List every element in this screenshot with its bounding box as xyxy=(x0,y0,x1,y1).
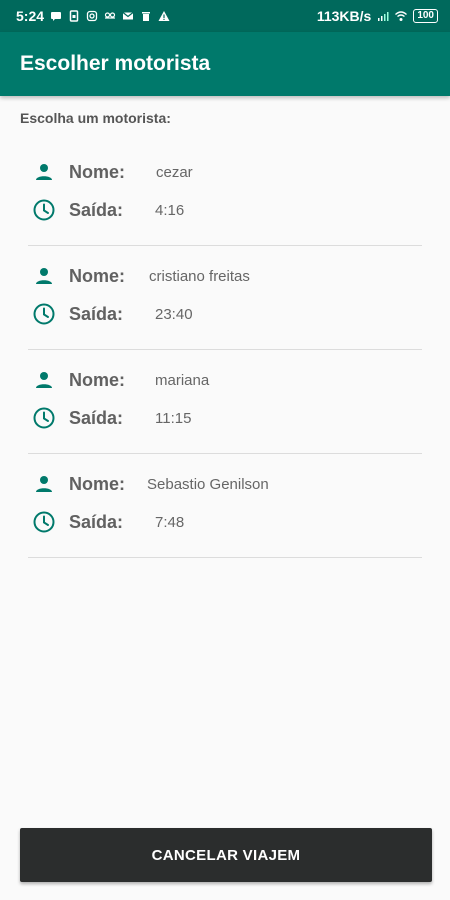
driver-name: mariana xyxy=(155,371,210,389)
name-label: Nome: xyxy=(69,265,126,286)
driver-departure-row: Saída: 4:16 xyxy=(32,198,184,222)
name-label: Nome: xyxy=(69,473,126,494)
driver-departure-row: Saída: 7:48 xyxy=(32,510,184,534)
driver-name-row: Nome: mariana xyxy=(32,368,209,392)
driver-name-row: Nome: cristiano freitas xyxy=(32,264,250,288)
driver-list-item[interactable]: Nome: cezar Saída: 4:16 xyxy=(28,142,422,246)
driver-departure-row: Saída: 11:15 xyxy=(32,406,191,430)
driver-name: cristiano freitas xyxy=(149,267,250,285)
driver-list-item[interactable]: Nome: Sebastio Genilson Saída: 7:48 xyxy=(28,454,422,558)
app-bar: Escolher motorista xyxy=(0,32,450,96)
driver-departure: 11:15 xyxy=(155,409,192,427)
driver-name: cezar xyxy=(156,163,193,181)
driver-list-item[interactable]: Nome: cristiano freitas Saída: 23:40 xyxy=(28,246,422,350)
cancel-trip-button[interactable]: CANCELAR VIAJEM xyxy=(20,828,432,882)
page-title: Escolher motorista xyxy=(20,52,211,75)
person-icon xyxy=(32,264,56,288)
network-speed: 113KB/s xyxy=(316,8,372,24)
status-bar-left: 5:24 xyxy=(16,8,170,24)
clock-icon xyxy=(32,510,56,534)
driver-departure-row: Saída: 23:40 xyxy=(32,302,193,326)
driver-list-item[interactable]: Nome: mariana Saída: 11:15 xyxy=(28,350,422,454)
departure-label: Saída: xyxy=(69,511,124,532)
clock-icon xyxy=(32,302,56,326)
driver-departure: 7:48 xyxy=(155,513,185,531)
clock-icon xyxy=(32,406,56,430)
person-icon xyxy=(32,472,56,496)
driver-departure: 4:16 xyxy=(155,201,185,219)
name-label: Nome: xyxy=(69,369,126,390)
status-bar: 5:24 113KB/s 100 xyxy=(0,0,450,32)
departure-label: Saída: xyxy=(69,407,124,428)
battery-icon: 100 xyxy=(413,9,438,23)
message-icon xyxy=(50,10,62,22)
status-bar-right: 113KB/s 100 xyxy=(317,8,438,24)
driver-name: Sebastio Genilson xyxy=(147,475,269,493)
clock-icon xyxy=(32,198,56,222)
signal-icon xyxy=(377,10,389,22)
trash-icon xyxy=(140,10,152,22)
warning-icon xyxy=(158,10,170,22)
db-icon xyxy=(104,10,116,22)
departure-label: Saída: xyxy=(69,303,124,324)
instagram-icon xyxy=(86,10,98,22)
wifi-icon xyxy=(395,10,408,22)
name-label: Nome: xyxy=(69,161,126,182)
mail-icon xyxy=(122,10,134,22)
departure-label: Saída: xyxy=(69,199,124,220)
driver-name-row: Nome: cezar xyxy=(32,160,193,184)
sim-icon xyxy=(68,10,80,22)
driver-list: Nome: cezar Saída: 4:16 Nome: cristiano … xyxy=(28,142,422,558)
person-icon xyxy=(32,368,56,392)
status-time: 5:24 xyxy=(16,8,45,24)
driver-name-row: Nome: Sebastio Genilson xyxy=(32,472,269,496)
person-icon xyxy=(32,160,56,184)
section-subtitle: Escolha um motorista: xyxy=(20,110,171,126)
driver-departure: 23:40 xyxy=(155,305,193,323)
